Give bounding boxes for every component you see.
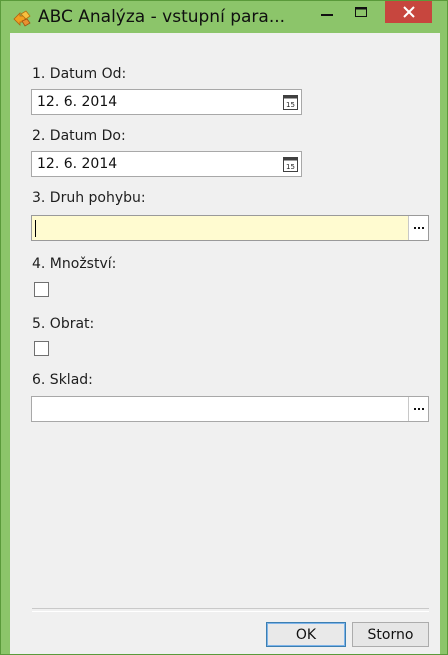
sklad-browse-button[interactable] [408,397,428,421]
mnozstvi-label: 4. Množství: [32,256,117,272]
obrat-checkbox[interactable] [34,341,49,356]
ellipsis-icon [413,227,424,229]
datum-do-field[interactable]: 12. 6. 2014 15 [31,151,302,177]
calendar-icon[interactable]: 15 [283,94,298,110]
ok-button[interactable]: OK [266,622,346,647]
svg-text:15: 15 [286,101,295,109]
datum-do-label: 2. Datum Do: [32,128,126,144]
druh-pohybu-input[interactable] [31,215,429,241]
datum-od-label: 1. Datum Od: [32,66,127,82]
svg-text:15: 15 [286,163,295,171]
client-area-top [10,33,440,58]
datum-od-field[interactable]: 12. 6. 2014 15 [31,89,302,115]
maximize-icon [355,7,367,17]
druh-pohybu-label: 3. Druh pohybu: [32,190,146,206]
close-button[interactable] [385,1,432,23]
storno-button[interactable]: Storno [352,622,429,647]
sklad-input[interactable] [31,396,429,422]
calendar-icon[interactable]: 15 [283,156,298,172]
minimize-icon [321,14,333,16]
mnozstvi-checkbox[interactable] [34,282,49,297]
text-cursor [35,220,36,237]
maximize-button[interactable] [348,1,374,23]
title-bar[interactable]: ABC Analýza - vstupní para... [1,1,447,32]
datum-od-value: 12. 6. 2014 [37,94,118,110]
sklad-label: 6. Sklad: [32,372,93,388]
datum-do-value: 12. 6. 2014 [37,156,118,172]
client-area [10,58,440,654]
druh-pohybu-browse-button[interactable] [408,216,428,240]
ellipsis-icon [413,408,424,410]
abc-analysis-icon [13,10,31,28]
button-separator [32,608,429,612]
close-icon [402,6,415,18]
window-title: ABC Analýza - vstupní para... [38,7,286,27]
obrat-label: 5. Obrat: [32,316,95,332]
minimize-button[interactable] [314,1,340,23]
